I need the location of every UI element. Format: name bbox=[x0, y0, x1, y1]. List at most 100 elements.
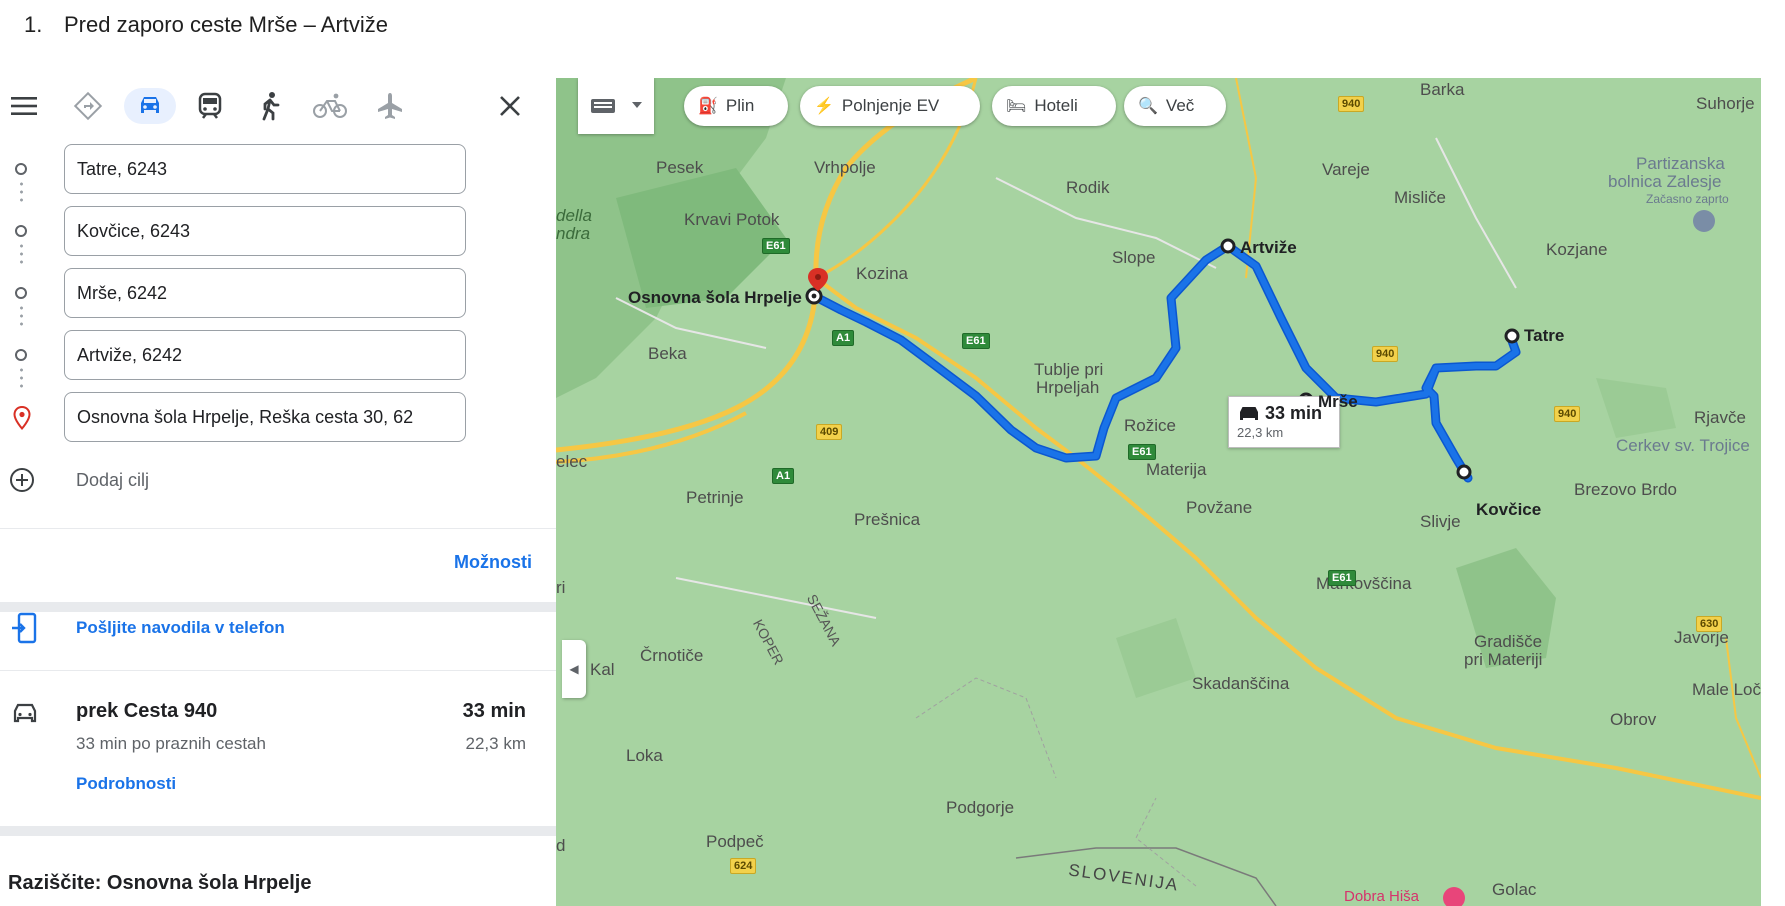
chip-more[interactable]: 🔍 Več bbox=[1124, 86, 1226, 126]
destination-input[interactable]: Osnovna šola Hrpelje, Reška cesta 30, 62 bbox=[64, 392, 466, 442]
stop-circle-icon bbox=[15, 225, 27, 237]
connector-dots bbox=[20, 180, 23, 206]
document-heading: 1. Pred zaporo ceste Mrše – Artviže bbox=[24, 12, 388, 38]
poi-status: Začasno zaprto bbox=[1646, 192, 1729, 206]
stop-input-1[interactable]: Tatre, 6243 bbox=[64, 144, 466, 194]
road-shield-624: 624 bbox=[730, 858, 757, 874]
stop-circle-icon bbox=[15, 287, 27, 299]
minor-road bbox=[675, 577, 877, 619]
route-distance: 22,3 km bbox=[465, 734, 526, 753]
stop-row: Artviže, 6242 bbox=[0, 330, 556, 392]
chip-label: Plin bbox=[725, 96, 755, 115]
place-label: Črnotiče bbox=[640, 646, 704, 665]
collapse-panel-button[interactable]: ◀ bbox=[562, 640, 586, 698]
car-mode-button[interactable] bbox=[124, 88, 176, 124]
heading-number: 1. bbox=[24, 12, 43, 37]
road-shield-a1: A1 bbox=[832, 330, 855, 346]
place-label: Slope bbox=[1112, 248, 1156, 267]
place-label: Beka bbox=[648, 344, 687, 363]
directions-icon[interactable] bbox=[70, 88, 106, 124]
place-label: Loka bbox=[626, 746, 663, 765]
place-label: Kozina bbox=[856, 264, 908, 283]
place-label: Barka bbox=[1420, 80, 1465, 99]
stop-row: Osnovna šola Hrpelje, Reška cesta 30, 62 bbox=[0, 392, 556, 446]
options-link[interactable]: Možnosti bbox=[454, 552, 532, 573]
forest-area bbox=[1116, 618, 1196, 698]
place-label: d bbox=[556, 836, 566, 855]
place-label: Vrhpolje bbox=[814, 158, 876, 177]
place-label: Kozjane bbox=[1546, 240, 1608, 259]
explore-heading: Raziščite: Osnovna šola Hrpelje bbox=[8, 872, 312, 894]
divider bbox=[0, 826, 556, 836]
poi-label: bolnica Zalesje bbox=[1608, 172, 1722, 191]
send-to-phone-button[interactable]: Pošljite navodila v telefon bbox=[0, 588, 556, 668]
place-label: Povžane bbox=[1186, 498, 1253, 517]
map-canvas[interactable]: ⛽ Plin ⚡ Polnjenje EV 🛏 Hoteli 🔍 Več ◀ 33 mi… bbox=[556, 78, 1761, 906]
road-shield-940: 940 bbox=[1554, 406, 1581, 422]
heading-text: Pred zaporo ceste Mrše – Artviže bbox=[64, 12, 389, 37]
place-label: Tublje pri bbox=[1034, 360, 1104, 379]
road-shield-e61: E61 bbox=[1128, 444, 1156, 460]
search-icon: 🔍 bbox=[1138, 98, 1158, 115]
road-shield-e61: E61 bbox=[1328, 570, 1356, 586]
place-label: Skadanščina bbox=[1192, 674, 1290, 693]
callout-distance: 22,3 km bbox=[1237, 425, 1284, 440]
route-subtitle: 33 min po praznih cestah bbox=[76, 734, 266, 753]
send-to-phone-icon bbox=[12, 612, 37, 644]
stop-circle-icon bbox=[15, 163, 27, 175]
transit-icon[interactable] bbox=[192, 88, 228, 124]
road-shield-e61: E61 bbox=[962, 333, 990, 349]
place-label: Brezovo Brdo bbox=[1574, 480, 1677, 499]
place-label: Tatre bbox=[1524, 326, 1565, 345]
place-label: Male Loč bbox=[1692, 680, 1761, 699]
route-option[interactable]: prek Cesta 940 33 min po praznih cestah … bbox=[0, 682, 556, 812]
place-label: elec bbox=[556, 452, 588, 471]
stop-input-3[interactable]: Mrše, 6242 bbox=[64, 268, 466, 318]
walk-icon[interactable] bbox=[252, 88, 288, 124]
menu-icon[interactable] bbox=[6, 88, 42, 124]
stop-row: Kovčice, 6243 bbox=[0, 206, 556, 268]
road-shield-630: 630 bbox=[1696, 616, 1723, 632]
place-label: Golac bbox=[1492, 880, 1537, 899]
connector-dots bbox=[20, 304, 23, 330]
bike-icon[interactable] bbox=[312, 88, 348, 124]
route-details-link[interactable]: Podrobnosti bbox=[76, 774, 176, 794]
place-label: Hrpeljah bbox=[1036, 378, 1100, 397]
flight-icon[interactable] bbox=[372, 88, 408, 124]
ev-charging-icon: ⚡ bbox=[814, 98, 834, 115]
restaurant-poi-icon bbox=[1443, 887, 1465, 906]
place-label: ri bbox=[556, 578, 566, 597]
car-icon bbox=[141, 97, 159, 113]
place-label: Kal bbox=[590, 660, 615, 679]
road-shield-409: 409 bbox=[816, 424, 843, 440]
place-label: Gradišče bbox=[1474, 632, 1543, 651]
stop-input-2[interactable]: Kovčice, 6243 bbox=[64, 206, 466, 256]
place-label: Slivje bbox=[1420, 512, 1461, 531]
stop-input-4[interactable]: Artviže, 6242 bbox=[64, 330, 466, 380]
add-destination-button[interactable]: Dodaj cilj bbox=[0, 458, 556, 502]
divider bbox=[0, 528, 556, 529]
hospital-poi-icon bbox=[1693, 210, 1715, 232]
chip-fuel[interactable]: ⛽ Plin bbox=[684, 86, 788, 126]
place-label: Misliče bbox=[1394, 188, 1446, 207]
place-label: pri Materiji bbox=[1464, 650, 1543, 669]
fuel-icon: ⛽ bbox=[698, 98, 718, 115]
waypoint-kovcice bbox=[1456, 464, 1472, 480]
chip-hotels[interactable]: 🛏 Hoteli bbox=[992, 86, 1116, 126]
stop-circle-icon bbox=[15, 349, 27, 361]
travel-mode-bar bbox=[0, 78, 556, 132]
place-label: Petrinje bbox=[686, 488, 744, 507]
chip-label: Polnjenje EV bbox=[841, 96, 940, 115]
close-icon[interactable] bbox=[492, 88, 528, 124]
callout-time: 33 min bbox=[1265, 403, 1323, 423]
place-label: Suhorje bbox=[1696, 94, 1755, 113]
directions-panel: Tatre, 6243 Kovčice, 6243 Mrše, 6242 Art… bbox=[0, 78, 556, 906]
route-line bbox=[811, 243, 1519, 481]
place-label: Podpeč bbox=[706, 832, 764, 851]
add-destination-label: Dodaj cilj bbox=[76, 470, 150, 490]
keyboard-toggle[interactable] bbox=[578, 78, 654, 134]
chip-ev-charging[interactable]: ⚡ Polnjenje EV bbox=[800, 86, 980, 126]
place-label: Rjavče bbox=[1694, 408, 1746, 427]
place-label: Osnovna šola Hrpelje bbox=[628, 288, 802, 307]
road-shield-a1: A1 bbox=[772, 468, 795, 484]
